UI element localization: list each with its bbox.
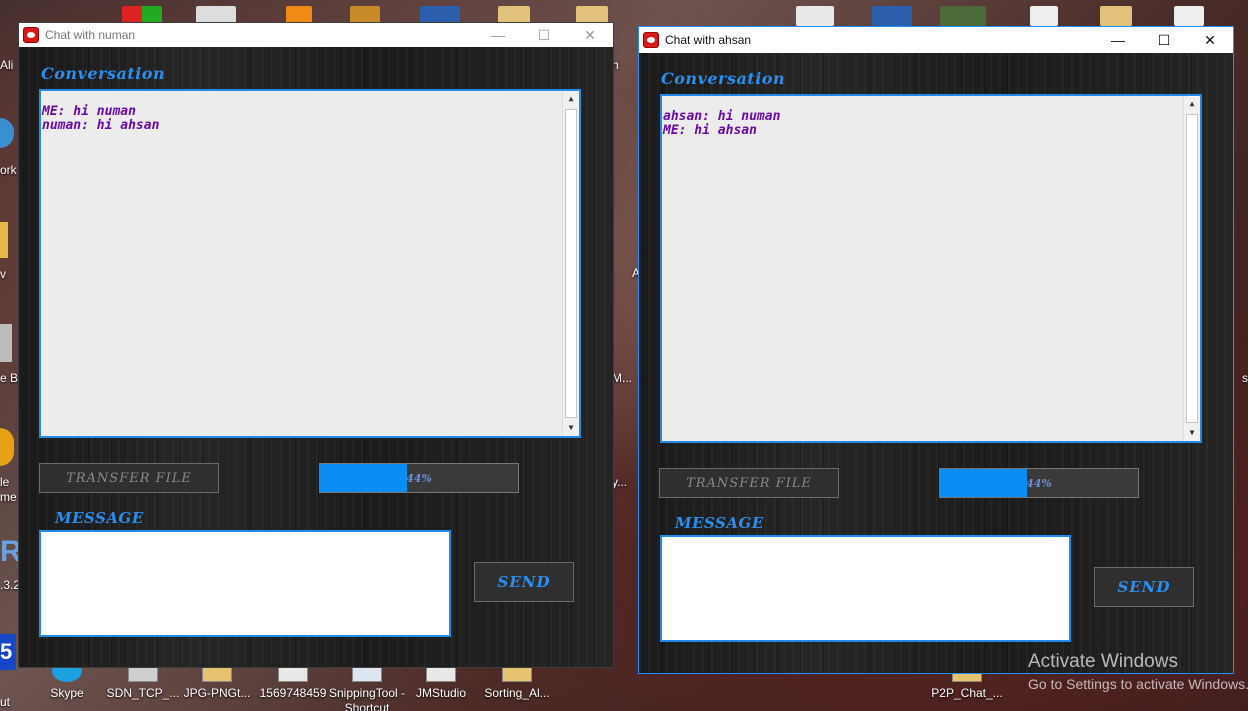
desktop-icon-label: JMStudio: [415, 686, 467, 700]
conversation-area[interactable]: ahsan: hi numan ME: hi ahsan ▲ ▼: [660, 94, 1202, 443]
chrome-icon[interactable]: [0, 428, 14, 466]
desktop-icon-label: Skype: [50, 686, 84, 700]
conversation-label: Conversation: [41, 64, 166, 83]
desktop-icon-label: SDN_TCP_...: [106, 686, 180, 700]
scroll-up-icon[interactable]: ▲: [563, 91, 579, 107]
chat-window-numan[interactable]: Chat with numan — ☐ ✕ Conversation ME: h…: [18, 22, 614, 668]
desktop-icon-label: JPG-PNGt...: [183, 686, 251, 700]
maximize-button[interactable]: ☐: [521, 23, 567, 47]
desktop-label: me: [0, 490, 17, 504]
conversation-line: ME: hi ahsan: [663, 123, 757, 138]
vertical-scrollbar[interactable]: ▲ ▼: [1183, 96, 1200, 441]
vertical-scrollbar[interactable]: ▲ ▼: [562, 91, 579, 436]
send-button[interactable]: SEND: [1094, 567, 1194, 607]
desktop-icon-label: Sorting_Al...: [484, 686, 550, 700]
transfer-file-button[interactable]: TRANSFER FILE: [39, 463, 219, 493]
send-button[interactable]: SEND: [474, 562, 574, 602]
message-input[interactable]: [39, 530, 451, 637]
desktop-icon-photo[interactable]: [940, 6, 986, 26]
title-bar[interactable]: Chat with numan — ☐ ✕: [19, 23, 613, 47]
send-label: SEND: [497, 573, 551, 591]
desktop-icon-label: 1569748459: [259, 686, 327, 700]
desktop-icon-folder-3[interactable]: [1100, 6, 1132, 26]
desktop-label: Ali: [0, 58, 14, 72]
minimize-button[interactable]: —: [475, 23, 521, 47]
message-label: MESSAGE: [675, 514, 764, 532]
desktop-icon-document[interactable]: [796, 6, 834, 26]
transfer-progress-bar: 44%: [319, 463, 519, 493]
desktop-label: ork: [0, 163, 17, 177]
scroll-up-icon[interactable]: ▲: [1184, 96, 1200, 112]
message-label: MESSAGE: [55, 509, 144, 527]
app-icon: [23, 27, 39, 43]
window-title: Chat with ahsan: [665, 33, 752, 47]
transfer-file-label: TRANSFER FILE: [66, 470, 192, 486]
desktop-icon-word-2[interactable]: [872, 6, 912, 26]
message-input[interactable]: [660, 535, 1071, 642]
r-icon[interactable]: R: [0, 536, 22, 568]
transfer-file-button[interactable]: TRANSFER FILE: [659, 468, 839, 498]
window-title: Chat with numan: [45, 28, 136, 42]
desktop-icon-label: SnippingTool - Shortcut: [328, 686, 406, 711]
title-bar[interactable]: Chat with ahsan — ☐ ✕: [639, 27, 1233, 53]
transfer-progress-bar: 44%: [939, 468, 1139, 498]
app-icon-5[interactable]: 5: [0, 634, 16, 670]
window-client: Conversation ME: hi numan numan: hi ahsa…: [19, 47, 613, 667]
desktop-icon-shortcut[interactable]: [1030, 6, 1058, 26]
scroll-down-icon[interactable]: ▼: [1184, 425, 1200, 441]
desktop-label: ut: [0, 695, 11, 709]
conversation-area[interactable]: ME: hi numan numan: hi ahsan ▲ ▼: [39, 89, 581, 438]
minimize-button[interactable]: —: [1095, 27, 1141, 53]
progress-text: 44%: [406, 471, 432, 485]
scroll-down-icon[interactable]: ▼: [563, 420, 579, 436]
close-button[interactable]: ✕: [1187, 27, 1233, 53]
folder-icon[interactable]: [0, 222, 8, 258]
recycle-bin-icon[interactable]: [0, 324, 12, 362]
activate-windows-subtitle: Go to Settings to activate Windows.: [1028, 676, 1248, 692]
desktop-icon-label: P2P_Chat_...: [931, 686, 1003, 700]
network-icon[interactable]: [0, 118, 14, 148]
conversation-line: ME: hi numan: [42, 104, 136, 119]
activate-windows-title: Activate Windows: [1028, 651, 1178, 672]
scroll-thumb[interactable]: [1186, 114, 1198, 423]
scroll-thumb[interactable]: [565, 109, 577, 418]
chat-window-ahsan[interactable]: Chat with ahsan — ☐ ✕ Conversation ahsan…: [638, 26, 1234, 674]
conversation-line: ahsan: hi numan: [663, 109, 781, 124]
send-label: SEND: [1117, 578, 1171, 596]
maximize-button[interactable]: ☐: [1141, 27, 1187, 53]
transfer-file-label: TRANSFER FILE: [686, 475, 812, 491]
close-button[interactable]: ✕: [567, 23, 613, 47]
desktop-icon-shortcut-2[interactable]: [1174, 6, 1204, 26]
conversation-label: Conversation: [661, 69, 786, 88]
desktop-label: M...: [612, 371, 632, 385]
progress-text: 44%: [1026, 476, 1052, 490]
window-client: Conversation ahsan: hi numan ME: hi ahsa…: [639, 53, 1233, 673]
desktop-label: y...: [612, 475, 628, 489]
desktop-label: s: [1242, 371, 1248, 385]
desktop-label: .3.2: [0, 578, 21, 592]
app-icon: [643, 32, 659, 48]
desktop-label: le: [0, 475, 10, 489]
conversation-line: numan: hi ahsan: [42, 118, 160, 133]
desktop-label: v: [0, 267, 6, 281]
